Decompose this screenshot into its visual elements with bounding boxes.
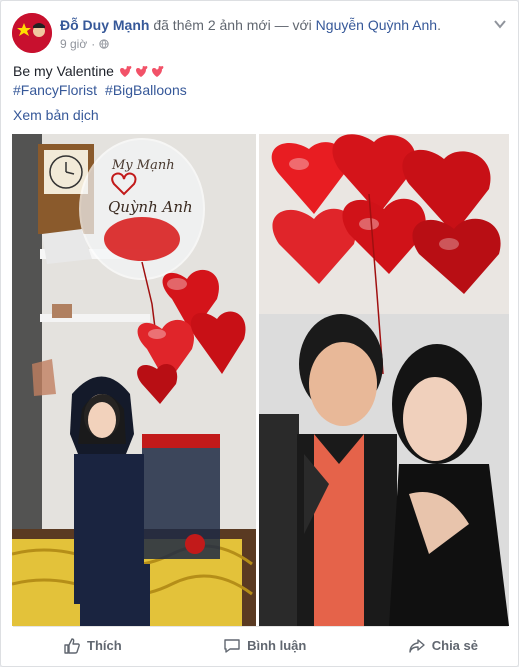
post-headline: Đỗ Duy Mạnh đã thêm 2 ảnh mới — với Nguy… xyxy=(60,16,441,34)
headline-suffix: . xyxy=(437,17,441,33)
meta-separator: · xyxy=(91,37,96,51)
heart-icon xyxy=(151,65,164,77)
post-action-text: đã thêm 2 ảnh mới — với xyxy=(153,17,312,33)
globe-icon[interactable] xyxy=(99,39,109,49)
like-label: Thích xyxy=(87,638,122,653)
balloon-text-top: My Mạnh xyxy=(111,158,175,173)
post-actions-bar: Thích Bình luận Chia sẻ xyxy=(13,626,508,664)
photo-right[interactable] xyxy=(259,134,509,626)
share-button[interactable]: Chia sẻ xyxy=(408,637,478,655)
post-text-line: Be my Valentine xyxy=(13,63,114,79)
share-icon xyxy=(409,638,425,653)
hashtag-link[interactable]: #BigBalloons xyxy=(105,81,187,100)
balloon-text-bottom: Quỳnh Anh xyxy=(108,198,193,216)
post-timestamp[interactable]: 9 giờ xyxy=(60,36,87,52)
heart-icon xyxy=(135,65,148,77)
hashtag-link[interactable]: #FancyFlorist xyxy=(13,81,97,100)
like-button[interactable]: Thích xyxy=(63,637,122,655)
hearts-emoji-group xyxy=(118,65,164,79)
tagged-user[interactable]: Nguyễn Quỳnh Anh xyxy=(316,17,437,33)
chevron-down-icon[interactable] xyxy=(491,15,509,33)
photo-grid: My Mạnh Quỳnh Anh xyxy=(12,134,509,626)
share-label: Chia sẻ xyxy=(431,638,478,653)
comment-button[interactable]: Bình luận xyxy=(223,637,306,655)
see-translation-link[interactable]: Xem bản dịch xyxy=(13,106,99,125)
post-meta: 9 giờ · xyxy=(60,36,109,52)
post-message: Be my Valentine #FancyFlorist #BigBalloo… xyxy=(13,62,191,100)
post-header: Đỗ Duy Mạnh đã thêm 2 ảnh mới — với Nguy… xyxy=(12,13,509,55)
comment-label: Bình luận xyxy=(247,638,307,653)
post-card: Đỗ Duy Mạnh đã thêm 2 ảnh mới — với Nguy… xyxy=(0,0,519,667)
heart-icon xyxy=(119,65,132,77)
thumbs-up-icon xyxy=(64,637,80,654)
avatar[interactable] xyxy=(12,13,52,53)
comment-icon xyxy=(224,638,240,653)
photo-left[interactable]: My Mạnh Quỳnh Anh xyxy=(12,134,256,626)
author-name[interactable]: Đỗ Duy Mạnh xyxy=(60,17,149,33)
